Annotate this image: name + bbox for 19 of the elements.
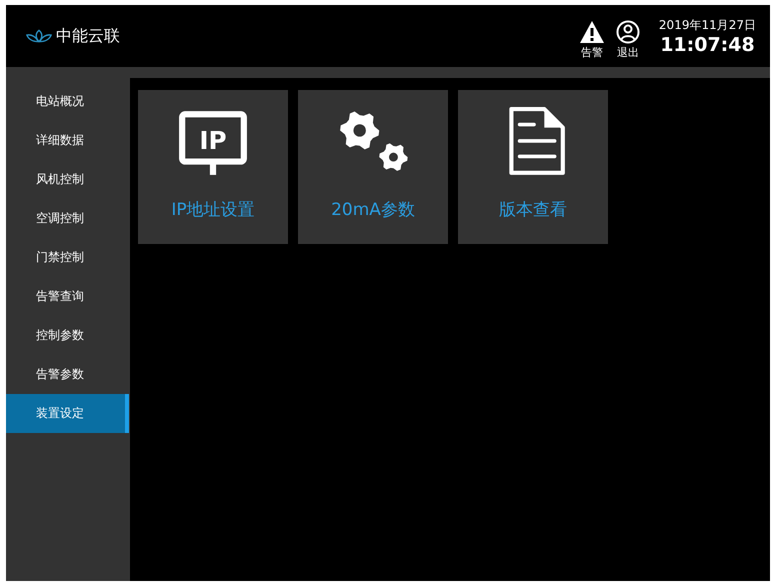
sidebar-item[interactable]: 空调控制 xyxy=(6,199,129,238)
date-text: 2019年11月27日 xyxy=(658,16,756,34)
logo-icon xyxy=(26,28,52,44)
tile-label: 版本查看 xyxy=(499,199,567,221)
tile-label: 20mA参数 xyxy=(331,199,415,221)
sidebar-item[interactable]: 装置设定 xyxy=(6,394,129,433)
sidebar-item[interactable]: 告警查询 xyxy=(6,277,129,316)
time-text: 11:07:48 xyxy=(660,34,755,56)
settings-tile[interactable]: 版本查看 xyxy=(458,90,608,244)
settings-tile[interactable]: 20mA参数 xyxy=(298,90,448,244)
sidebar-item[interactable]: 电站概况 xyxy=(6,82,129,121)
sidebar-item[interactable]: 控制参数 xyxy=(6,316,129,355)
tile-label: IP地址设置 xyxy=(171,199,255,221)
sidebar-item[interactable]: 告警参数 xyxy=(6,355,129,394)
settings-tile[interactable]: IP IP地址设置 xyxy=(138,90,288,244)
sidebar-item[interactable]: 风机控制 xyxy=(6,160,129,199)
app-title: 中能云联 xyxy=(56,26,120,46)
sidebar-item[interactable]: 详细数据 xyxy=(6,121,129,160)
sidebar-item[interactable]: 门禁控制 xyxy=(6,238,129,277)
